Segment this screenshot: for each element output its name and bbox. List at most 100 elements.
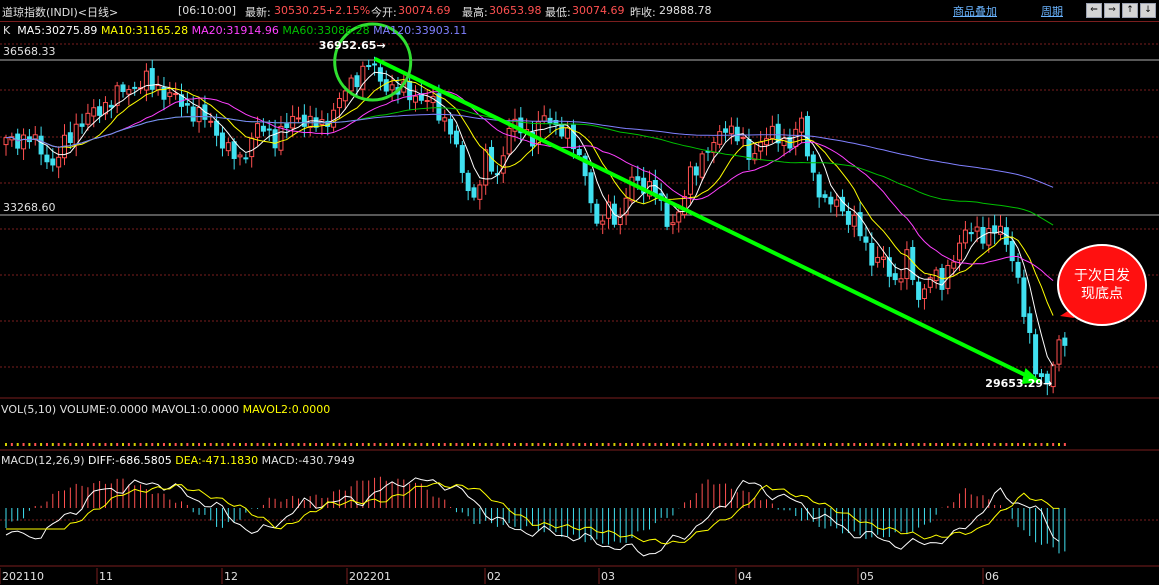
scroll-right-icon[interactable]: ⇒ bbox=[1104, 3, 1120, 18]
candle-body bbox=[834, 199, 840, 207]
zoom-in-icon[interactable]: ↑ bbox=[1122, 3, 1138, 18]
ma5-value: MA5:30275.89 bbox=[17, 24, 98, 37]
ma120-value: MA120:33903.11 bbox=[373, 24, 468, 37]
candle-body bbox=[769, 125, 775, 139]
candle-body bbox=[56, 156, 62, 168]
candle-body bbox=[272, 129, 278, 149]
ma120-line bbox=[5, 113, 1054, 188]
candle-body bbox=[97, 106, 103, 116]
mavol2-value: MAVOL2:0.0000 bbox=[242, 403, 331, 416]
candle-body bbox=[448, 118, 454, 135]
candle-body bbox=[453, 130, 459, 145]
macd-histogram bbox=[5, 476, 1066, 554]
candle-body bbox=[699, 153, 705, 178]
candle-body bbox=[693, 166, 699, 176]
x-tick-label: 06 bbox=[985, 570, 999, 583]
candle-body bbox=[992, 225, 998, 234]
y-tick-label: 36568.33 bbox=[3, 45, 56, 58]
candle-body bbox=[828, 196, 834, 205]
candle-body bbox=[822, 194, 828, 198]
callout-text: 现底点 bbox=[1081, 286, 1123, 302]
ma10-line bbox=[5, 78, 1054, 316]
candle-body bbox=[284, 123, 290, 129]
ma-legend: K MA5:30275.89 MA10:31165.28 MA20:31914.… bbox=[3, 24, 467, 37]
candle-body bbox=[190, 106, 196, 122]
x-tick-label: 04 bbox=[738, 570, 752, 583]
mavol1-value: MAVOL1:0.0000 bbox=[151, 403, 240, 416]
candle-body bbox=[1033, 334, 1039, 375]
candle-body bbox=[799, 117, 805, 133]
candle-body bbox=[225, 142, 231, 152]
latest-label: 最新: bbox=[245, 6, 271, 19]
vol-label: VOL(5,10) bbox=[1, 403, 57, 416]
candle-body bbox=[342, 90, 348, 102]
candle-body bbox=[377, 67, 383, 82]
candle-body bbox=[816, 174, 822, 198]
candle-body bbox=[670, 222, 676, 226]
candle-body bbox=[506, 127, 512, 155]
volume-value: VOLUME:0.0000 bbox=[59, 403, 148, 416]
x-tick-label: 02 bbox=[487, 570, 501, 583]
candle-body bbox=[570, 124, 576, 150]
candle-body bbox=[746, 139, 752, 160]
scroll-left-icon[interactable]: ⇐ bbox=[1086, 3, 1102, 18]
candle-body bbox=[863, 236, 869, 243]
candle-body bbox=[1009, 240, 1015, 262]
candle-body bbox=[635, 176, 641, 181]
trend-arrow-line bbox=[373, 56, 1033, 380]
candle-body bbox=[483, 149, 489, 186]
candlesticks bbox=[3, 56, 1068, 396]
candle-body bbox=[576, 148, 582, 156]
candle-body bbox=[260, 125, 266, 132]
candle-body bbox=[249, 137, 255, 158]
axis-labels: 36568.33 33268.60 202110 11 12 202201 02 03 04 05… bbox=[0, 45, 999, 584]
candle-body bbox=[73, 123, 79, 146]
candle-body bbox=[687, 166, 693, 195]
candle-body bbox=[904, 249, 910, 280]
x-tick-label: 202110 bbox=[2, 570, 44, 583]
k-label: K bbox=[3, 24, 11, 37]
candle-body bbox=[711, 142, 717, 154]
volume-legend: VOL(5,10) VOLUME:0.0000 MAVOL1:0.0000 MA… bbox=[1, 403, 330, 416]
candle-body bbox=[413, 95, 418, 103]
candle-body bbox=[237, 154, 243, 158]
ma20-value: MA20:31914.96 bbox=[191, 24, 279, 37]
high-label: 最高: bbox=[462, 6, 488, 19]
candle-body bbox=[366, 65, 372, 68]
candle-body bbox=[219, 132, 225, 149]
x-tick-label: 202201 bbox=[349, 570, 391, 583]
candle-body bbox=[471, 187, 477, 198]
change-percent: +2.15% bbox=[326, 4, 371, 17]
candle-body bbox=[898, 278, 904, 283]
candle-body bbox=[810, 154, 816, 173]
high-marker-label: 36952.65→ bbox=[319, 39, 386, 52]
candle-body bbox=[372, 63, 378, 66]
y-tick-label: 33268.60 bbox=[3, 201, 56, 214]
period-button[interactable]: 周期 bbox=[1041, 3, 1063, 18]
candle-body bbox=[565, 127, 571, 139]
candle-body bbox=[3, 137, 9, 146]
chart-canvas: 36952.65→ 29653.29→ 于次日发现底点 36568.33 33268.… bbox=[0, 22, 1159, 584]
open-label: 今开: bbox=[371, 6, 397, 19]
candle-body bbox=[21, 134, 27, 150]
candle-body bbox=[354, 75, 360, 88]
moving-averages bbox=[5, 71, 1054, 367]
candle-body bbox=[728, 125, 734, 135]
ma5-line bbox=[5, 71, 1054, 367]
callout-bubble bbox=[1057, 244, 1147, 326]
candle-body bbox=[132, 86, 138, 89]
prev-close-label: 昨收: bbox=[630, 6, 656, 19]
candle-body bbox=[845, 211, 851, 225]
candle-body bbox=[664, 202, 670, 227]
candle-body bbox=[892, 273, 898, 281]
zoom-out-icon[interactable]: ↓ bbox=[1140, 3, 1156, 18]
candle-body bbox=[67, 132, 73, 144]
overlay-button[interactable]: 商品叠加 bbox=[953, 3, 997, 18]
x-tick-label: 03 bbox=[601, 570, 615, 583]
quote-bar: 道琼指数(INDI)<日线> [06:10:00] 最新: 30530.25 +… bbox=[0, 0, 1159, 22]
candle-body bbox=[916, 281, 922, 300]
candle-body bbox=[1015, 261, 1021, 278]
candle-body bbox=[968, 232, 974, 235]
candle-body bbox=[79, 123, 85, 127]
candle-body bbox=[723, 128, 729, 133]
